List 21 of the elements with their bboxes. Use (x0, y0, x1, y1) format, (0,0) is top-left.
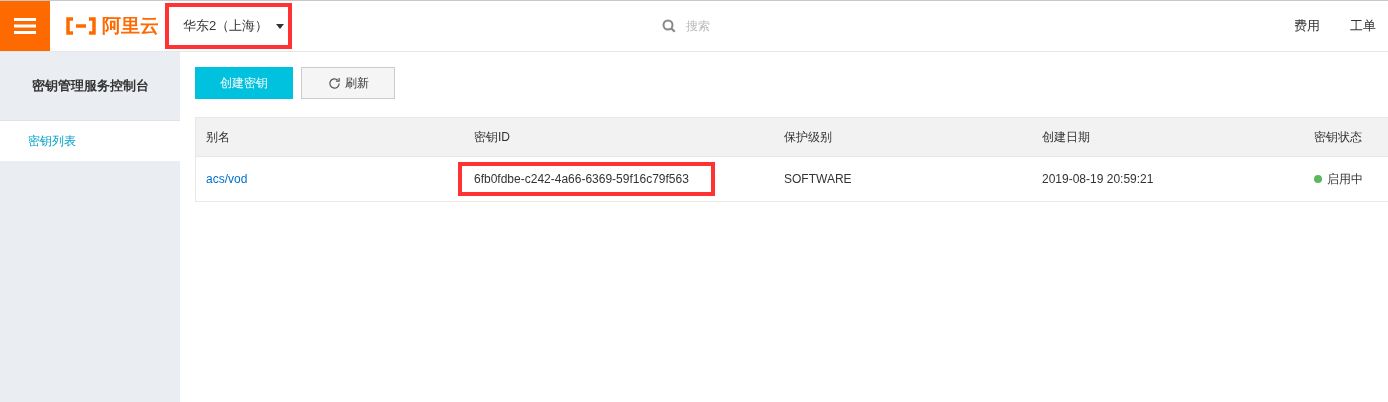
bracket-logo-icon (64, 17, 98, 35)
table-cell: SOFTWARE (784, 172, 852, 186)
column-header: 别名 (206, 128, 230, 146)
header-link[interactable]: 工单 (1350, 17, 1376, 35)
table-cell: 2019-08-19 20:59:21 (1042, 172, 1154, 186)
status-text: 启用中 (1327, 170, 1363, 188)
alias-link[interactable]: acs/vod (206, 172, 248, 186)
menu-icon (14, 18, 36, 34)
menu-button[interactable] (0, 1, 50, 51)
column-header: 创建日期 (1042, 128, 1090, 146)
caret-icon (276, 23, 285, 29)
refresh-button[interactable]: 刷新 (301, 67, 395, 99)
region-selector[interactable]: 华东2（上海） (165, 3, 292, 49)
key-id-cell: 6fb0fdbe-c242-4a66-6369-59f16c79f563 (458, 162, 715, 196)
column-header: 密钥状态 (1314, 128, 1362, 146)
search-icon (662, 19, 676, 33)
column-header: 保护级别 (784, 128, 832, 146)
refresh-icon (327, 76, 341, 90)
header-link[interactable]: 费用 (1294, 17, 1320, 35)
logo-text: 阿里云 (102, 14, 159, 38)
column-header: 密钥ID (474, 128, 510, 146)
